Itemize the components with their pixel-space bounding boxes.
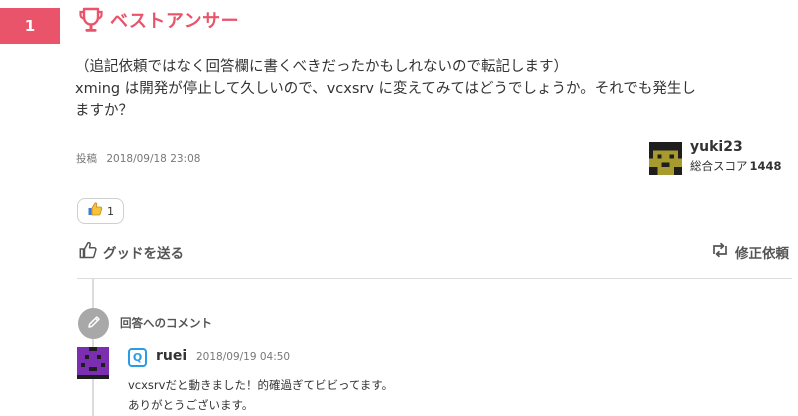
comment-line: ありがとうございます。 (128, 398, 254, 412)
answerer-name[interactable]: yuki23 (690, 139, 743, 155)
post-meta: 投稿 2018/09/18 23:08 (76, 151, 200, 166)
answer-body: （追記依頼ではなく回答欄に書くべきだったかもしれないので転記します） xming… (75, 56, 790, 122)
rank-number: 1 (24, 17, 36, 35)
trophy-icon (78, 6, 104, 34)
answer-line: （追記依頼ではなく回答欄に書くべきだったかもしれないので転記します） (75, 59, 568, 75)
comment-section-title: 回答へのコメント (120, 316, 212, 330)
best-answer-header: ベストアンサー (78, 6, 239, 34)
comment-body: vcxsrvだと動きました！的確過ぎてビビってます。 ありがとうございます。 (128, 375, 393, 415)
score-value: 1448 (749, 159, 782, 173)
edit-request-button[interactable]: 修正依頼 (710, 240, 789, 264)
commenter-avatar[interactable] (77, 347, 109, 379)
comment-date: 2018/09/19 04:50 (196, 351, 291, 363)
edit-request-icon (710, 240, 730, 264)
posted-date: 2018/09/18 23:08 (106, 153, 201, 165)
thumbs-up-emoji-icon (87, 201, 103, 221)
like-reaction-chip[interactable]: 1 (77, 198, 124, 224)
send-good-button[interactable]: グッドを送る (78, 240, 184, 264)
comment-line: vcxsrvだと動きました！的確過ぎてビビってます。 (128, 378, 394, 392)
posted-label: 投稿 (76, 153, 97, 165)
thumbs-up-icon (78, 240, 98, 264)
answerer-avatar[interactable] (649, 142, 682, 175)
edit-request-label: 修正依頼 (735, 246, 789, 262)
send-good-label: グッドを送る (103, 246, 184, 262)
answer-line: xming は開発が停止して久しいので、vcxsrv に変えてみてはどうでしょう… (75, 81, 696, 97)
best-answer-title: ベストアンサー (110, 11, 240, 32)
answer-divider (77, 278, 792, 279)
answerer-score: 総合スコア 1448 (690, 158, 782, 174)
pencil-icon (86, 314, 102, 334)
like-count: 1 (107, 204, 114, 218)
rank-badge: 1 (0, 8, 60, 44)
comment-section-badge (78, 308, 109, 339)
commenter-name[interactable]: ruei (156, 348, 187, 364)
questioner-badge: Q (128, 348, 147, 367)
answer-line: ますか？ (75, 103, 133, 119)
score-label: 総合スコア (690, 159, 748, 173)
